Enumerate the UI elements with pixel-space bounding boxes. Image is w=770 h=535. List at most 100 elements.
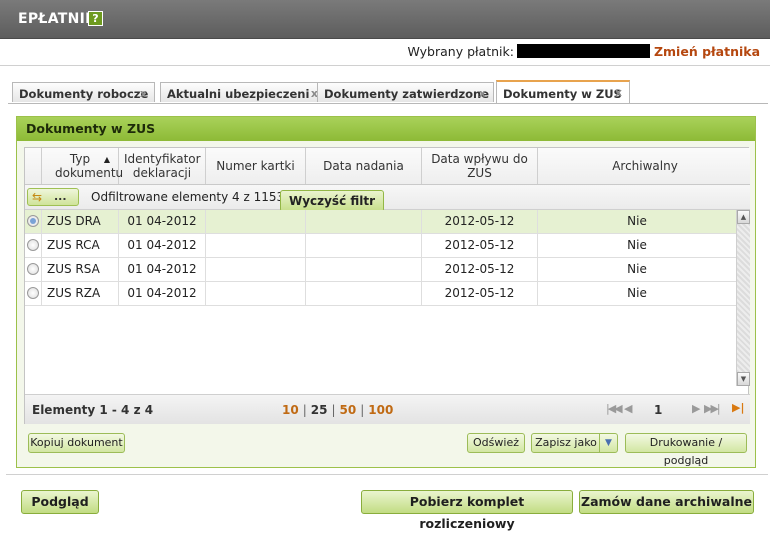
payer-name-redacted — [516, 44, 650, 58]
select-cell — [25, 234, 42, 257]
documents-panel: Dokumenty w ZUS Typ dokumentu ▲ Identyfi… — [16, 116, 756, 468]
cell-sent — [306, 234, 422, 257]
tab-dokumenty-w-zus[interactable]: Dokumenty w ZUS x — [496, 80, 630, 103]
select-cell — [25, 258, 42, 281]
scroll-down-icon[interactable]: ▼ — [737, 372, 750, 386]
cell-card — [206, 210, 306, 233]
cell-received: 2012-05-12 — [422, 210, 538, 233]
header-data-nadania[interactable]: Data nadania — [306, 148, 422, 184]
header-label: Numer kartki — [216, 159, 295, 173]
app-title: EPŁATNIK — [18, 11, 97, 27]
select-cell — [25, 282, 42, 305]
filter-button[interactable]: ⇆ ... — [27, 188, 79, 206]
tab-label: Dokumenty zatwierdzone — [324, 87, 490, 101]
cell-archived: Nie — [627, 238, 647, 252]
export-icon[interactable]: ▶| — [732, 401, 746, 415]
select-cell — [25, 210, 42, 233]
first-page-icon[interactable]: |◀◀ — [606, 402, 623, 415]
tab-underline — [8, 103, 768, 104]
table-row[interactable]: ZUS DRA 01 04-2012 2012-05-12 Nie — [25, 210, 736, 234]
header-identyfikator-deklaracji[interactable]: Identyfikator deklaracji — [119, 148, 206, 184]
cell-sent — [306, 282, 422, 305]
header-label: Typ dokumentu — [55, 152, 124, 180]
header-numer-kartki[interactable]: Numer kartki — [206, 148, 306, 184]
tab-dokumenty-robocze[interactable]: Dokumenty robocze x — [12, 82, 155, 102]
table-row[interactable]: ZUS RZA 01 04-2012 2012-05-12 Nie — [25, 282, 736, 306]
vertical-scrollbar[interactable]: ▲ ▼ — [736, 210, 750, 386]
cell-sent — [306, 258, 422, 281]
copy-document-button[interactable]: Kopiuj dokument — [28, 433, 125, 453]
cell-type: ZUS RCA — [42, 234, 119, 257]
clear-filter-button[interactable]: Wyczyść filtr — [280, 190, 384, 212]
payer-label: Wybrany płatnik: — [407, 43, 514, 59]
cell-card — [206, 234, 306, 257]
current-page: 1 — [654, 403, 663, 417]
header-label: Identyfikator deklaracji — [124, 152, 201, 180]
cell-declaration: 01 04-2012 — [119, 258, 206, 281]
cell-declaration: 01 04-2012 — [119, 282, 206, 305]
cell-received: 2012-05-12 — [422, 258, 538, 281]
download-settlement-button[interactable]: Pobierz komplet rozliczeniowy — [361, 490, 573, 531]
filter-status: Odfiltrowane elementy 4 z 1153. — [91, 190, 288, 204]
last-page-icon[interactable]: ▶▶| — [704, 402, 721, 415]
grid-header: Typ dokumentu ▲ Identyfikator deklaracji… — [25, 148, 750, 185]
cell-card — [206, 282, 306, 305]
tab-label: Dokumenty w ZUS — [503, 87, 622, 101]
close-icon[interactable]: x — [615, 86, 622, 99]
header-label: Data wpływu do ZUS — [431, 152, 528, 180]
order-archive-data-button[interactable]: Zamów dane archiwalne — [579, 490, 754, 514]
table-row[interactable]: ZUS RSA 01 04-2012 2012-05-12 Nie — [25, 258, 736, 282]
cell-received: 2012-05-12 — [422, 282, 538, 305]
header-select-column — [25, 148, 42, 184]
app-header-bar: EPŁATNIK ? — [0, 0, 770, 39]
cell-card — [206, 258, 306, 281]
page-size-option-current[interactable]: 25 — [311, 403, 328, 417]
close-icon[interactable]: x — [140, 87, 147, 100]
header-data-wplywu[interactable]: Data wpływu do ZUS — [422, 148, 538, 184]
save-as-button[interactable]: Zapisz jako ▼ — [531, 433, 618, 453]
refresh-button[interactable]: Odśwież — [467, 433, 525, 453]
cell-archived: Nie — [627, 286, 647, 300]
cell-type: ZUS RSA — [42, 258, 119, 281]
header-typ-dokumentu[interactable]: Typ dokumentu ▲ — [42, 148, 124, 184]
divider — [6, 474, 768, 475]
cell-type: ZUS DRA — [42, 210, 119, 233]
header-archiwalny[interactable]: Archiwalny — [538, 148, 752, 184]
cell-declaration: 01 04-2012 — [119, 210, 206, 233]
page-size-selector: 10 | 25 | 50 | 100 — [282, 403, 394, 417]
print-preview-button[interactable]: Drukowanie / podgląd — [625, 433, 747, 467]
help-icon[interactable]: ? — [88, 11, 103, 26]
table-row[interactable]: ZUS RCA 01 04-2012 2012-05-12 Nie — [25, 234, 736, 258]
tab-label: Dokumenty robocze — [19, 87, 149, 101]
sort-ascending-icon: ▲ — [103, 155, 110, 164]
cell-archived: Nie — [627, 214, 647, 228]
filter-row: ⇆ ... Odfiltrowane elementy 4 z 1153. Wy… — [25, 185, 750, 212]
preview-button[interactable]: Podgląd — [21, 490, 99, 514]
filter-arrows-icon: ⇆ — [32, 190, 43, 204]
tab-aktualni-ubezpieczeni[interactable]: Aktualni ubezpieczeni x — [160, 82, 326, 102]
save-as-label: Zapisz jako — [535, 436, 597, 449]
documents-grid: Typ dokumentu ▲ Identyfikator deklaracji… — [24, 147, 750, 424]
pager: Elementy 1 - 4 z 4 10 | 25 | 50 | 100 |◀◀ ◀ 1 … — [25, 394, 750, 424]
filter-button-label: ... — [54, 190, 67, 203]
scroll-up-icon[interactable]: ▲ — [737, 210, 750, 224]
chevron-down-icon[interactable]: ▼ — [599, 434, 617, 452]
cell-sent — [306, 210, 422, 233]
cell-archived: Nie — [627, 262, 647, 276]
page-size-option[interactable]: 50 — [340, 403, 357, 417]
page-size-option[interactable]: 10 — [282, 403, 299, 417]
close-icon[interactable]: x — [479, 87, 486, 100]
pager-summary: Elementy 1 - 4 z 4 — [32, 403, 154, 417]
divider — [0, 65, 770, 66]
page-size-option[interactable]: 100 — [368, 403, 393, 417]
tab-label: Aktualni ubezpieczeni — [167, 87, 310, 101]
cell-declaration: 01 04-2012 — [119, 234, 206, 257]
header-label: Archiwalny — [612, 159, 678, 173]
prev-page-icon[interactable]: ◀ — [624, 402, 633, 415]
cell-received: 2012-05-12 — [422, 234, 538, 257]
payer-bar: Wybrany płatnik: Zmień płatnika — [408, 43, 761, 59]
change-payer-link[interactable]: Zmień płatnika — [654, 44, 760, 59]
tab-dokumenty-zatwierdzone[interactable]: Dokumenty zatwierdzone x — [317, 82, 494, 102]
next-page-icon[interactable]: ▶ — [692, 402, 701, 415]
grid-rows: ZUS DRA 01 04-2012 2012-05-12 Nie ZUS RC… — [25, 210, 736, 306]
